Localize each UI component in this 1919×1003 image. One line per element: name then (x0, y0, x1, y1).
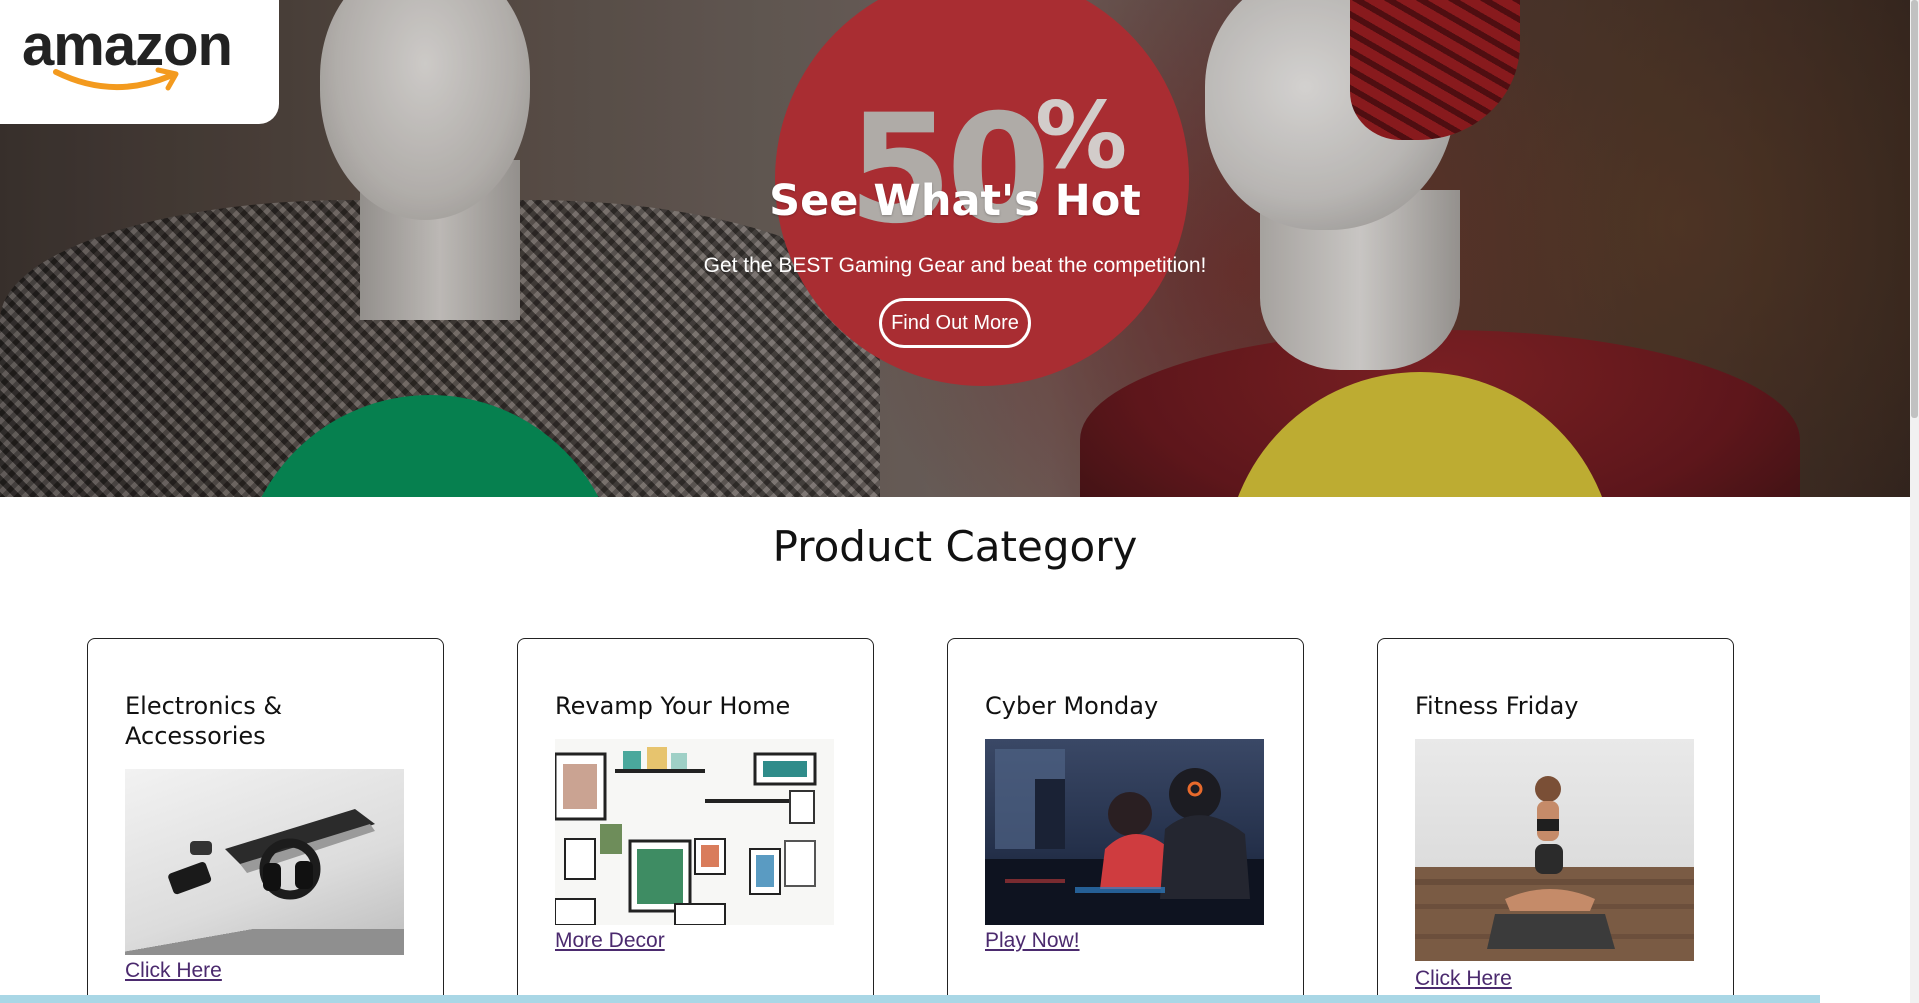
hero-subtitle: Get the BEST Gaming Gear and beat the co… (703, 254, 1207, 277)
amazon-logo[interactable]: amazon (0, 0, 279, 124)
section-title: Product Category (772, 522, 1138, 571)
fitness-illustration (1415, 776, 1694, 961)
smile-arrow-icon (53, 67, 179, 91)
category-card-cyber-monday: Cyber Monday Play Now! (947, 638, 1304, 1003)
fitness-image (1415, 739, 1694, 961)
gaming-image (985, 739, 1264, 925)
category-card-home: Revamp Your Home More Decor (517, 638, 874, 1003)
scrollbar-thumb[interactable] (1911, 0, 1918, 418)
category-card-electronics: Electronics & Accessories Click Here (87, 638, 444, 1003)
card-title: Electronics & Accessories (125, 692, 283, 750)
hero-overlay (0, 0, 1910, 497)
find-out-more-button[interactable]: Find Out More (879, 298, 1031, 348)
more-decor-link[interactable]: More Decor (555, 929, 665, 953)
home-decor-illustration (555, 747, 817, 925)
card-title: Cyber Monday (985, 692, 1159, 720)
bottom-bar (0, 995, 1820, 1003)
electronics-illustration (168, 809, 375, 900)
page: 50 % See What's Hot Get the BEST Gaming … (0, 0, 1919, 1003)
electronics-link[interactable]: Click Here (125, 959, 222, 983)
card-title: Revamp Your Home (555, 692, 791, 720)
category-card-fitness: Fitness Friday Click Here (1377, 638, 1734, 1003)
fitness-link[interactable]: Click Here (1415, 967, 1512, 991)
card-title: Fitness Friday (1415, 692, 1579, 720)
hero-banner: 50 % See What's Hot Get the BEST Gaming … (0, 0, 1910, 497)
table-edge (125, 929, 404, 955)
home-decor-image (555, 739, 834, 925)
gaming-illustration (985, 749, 1264, 925)
electronics-image (125, 769, 404, 955)
play-now-link[interactable]: Play Now! (985, 929, 1080, 953)
hero-title: See What's Hot (769, 176, 1141, 226)
